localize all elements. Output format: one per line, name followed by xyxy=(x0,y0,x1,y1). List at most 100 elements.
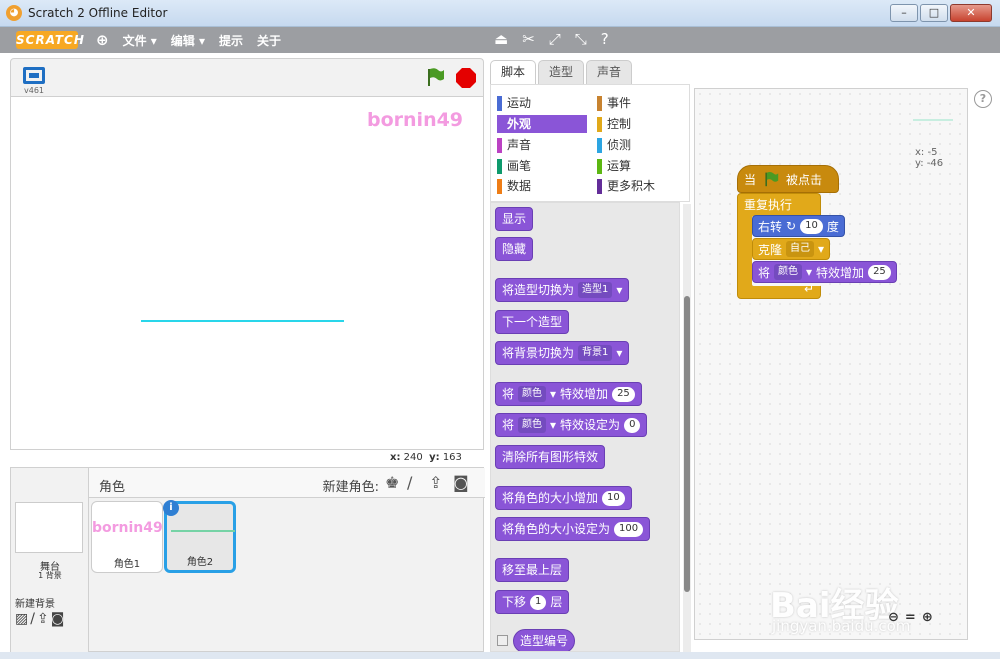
sprite1-thumb-text: bornin49 xyxy=(92,520,163,536)
category-looks[interactable]: 外观 xyxy=(497,115,587,133)
backdrop-library-icon[interactable]: ▨ xyxy=(15,611,30,627)
menu-edit[interactable]: 编辑 ▾ xyxy=(171,32,205,49)
tab-costumes[interactable]: 造型 xyxy=(538,60,585,84)
when-flag-clicked-block[interactable]: 当 被点击 xyxy=(737,165,839,193)
stop-icon[interactable] xyxy=(455,67,477,89)
maximize-button[interactable]: □ xyxy=(920,4,948,22)
turn-value[interactable]: 10 xyxy=(800,218,823,234)
info-icon[interactable]: i xyxy=(163,500,179,516)
paint-backdrop-icon[interactable]: / xyxy=(30,611,37,627)
sprite-name: 角色1 xyxy=(113,559,141,570)
change-effect-block[interactable]: 将颜色 ▾ 特效增加 25 xyxy=(752,261,897,283)
backdrop-tools: ▨/⇪◙ xyxy=(15,611,66,627)
zoom-reset-icon[interactable]: = xyxy=(905,610,916,625)
grow-icon[interactable]: ⤢ xyxy=(549,30,561,48)
block-go-front[interactable]: 移至最上层 xyxy=(495,558,570,582)
paint-sprite-icon[interactable]: / xyxy=(407,473,412,492)
block-show[interactable]: 显示 xyxy=(495,207,534,231)
globe-icon[interactable]: ⊕ xyxy=(96,31,109,49)
app-icon: ◕ xyxy=(6,5,22,21)
block-switch-costume[interactable]: 将造型切换为 造型1 ▾ xyxy=(495,278,630,302)
stage-canvas[interactable]: bornin49 xyxy=(10,96,484,450)
menu-about[interactable]: 关于 xyxy=(257,32,281,49)
category-data[interactable]: 数据 xyxy=(497,177,531,195)
turn-right-block[interactable]: 右转 ↻ 10 度 xyxy=(752,215,845,237)
menu-file[interactable]: 文件 ▾ xyxy=(123,32,157,49)
upload-backdrop-icon[interactable]: ⇪ xyxy=(37,611,51,627)
palette-scrollbar[interactable] xyxy=(683,204,691,652)
effect-value[interactable]: 25 xyxy=(868,264,891,280)
sprite2-line[interactable] xyxy=(141,320,344,322)
clone-label: 克隆 xyxy=(758,242,783,257)
sprite2-thumb-line xyxy=(171,530,235,532)
camera-sprite-icon[interactable]: ◙ xyxy=(453,473,469,492)
stage-thumbnail[interactable] xyxy=(15,502,83,553)
category-events[interactable]: 事件 xyxy=(597,94,631,112)
duplicate-icon[interactable]: ⏏ xyxy=(494,30,508,48)
block-change-size[interactable]: 将角色的大小增加 10 xyxy=(495,486,632,510)
block-set-effect[interactable]: 将颜色 ▾ 特效设定为 0 xyxy=(495,413,648,437)
sprite-thumb-1[interactable]: bornin49 角色1 xyxy=(91,501,163,573)
block-clear-effects[interactable]: 清除所有图形特效 xyxy=(495,445,606,469)
version-label: v461 xyxy=(24,86,45,95)
stage-column: 舞台 1 背景 新建背景 ▨/⇪◙ xyxy=(11,468,89,653)
turn-unit: 度 xyxy=(826,219,839,234)
scratch-logo[interactable]: SCRATCH xyxy=(16,31,84,49)
mouse-coordinates: x: 240 y: 163 xyxy=(390,452,462,463)
sprite-panel: 舞台 1 背景 新建背景 ▨/⇪◙ 角色 新建角色: ♚ / ⇪ ◙ borni… xyxy=(10,467,485,653)
camera-backdrop-icon[interactable]: ◙ xyxy=(51,611,67,627)
block-go-back[interactable]: 下移 1 层 xyxy=(495,590,570,614)
new-sprite-label: 新建角色: xyxy=(322,480,379,495)
shrink-icon[interactable]: ⤡ xyxy=(575,30,587,48)
fullscreen-icon[interactable] xyxy=(23,67,45,84)
sprite-library-icon[interactable]: ♚ xyxy=(385,473,399,492)
sprite-position: x: -5 y: -46 xyxy=(915,147,943,169)
x-value: 240 xyxy=(403,452,423,463)
y-value: 163 xyxy=(442,452,462,463)
stage-backdrop-count: 1 背景 xyxy=(38,571,62,580)
close-button[interactable]: ✕ xyxy=(950,4,992,22)
category-pen[interactable]: 画笔 xyxy=(497,157,531,175)
zoom-in-icon[interactable]: ⊕ xyxy=(922,610,933,625)
category-more-blocks[interactable]: 更多积木 xyxy=(597,177,655,195)
block-next-costume[interactable]: 下一个造型 xyxy=(495,310,570,334)
category-sound[interactable]: 声音 xyxy=(497,136,531,154)
category-motion[interactable]: 运动 xyxy=(497,94,531,112)
bottom-strip xyxy=(0,652,1000,659)
effect-post-label: 特效增加 xyxy=(816,265,865,280)
block-costume-number[interactable]: 造型编号 xyxy=(513,629,576,651)
category-control[interactable]: 控制 xyxy=(597,115,631,133)
tab-scripts[interactable]: 脚本 xyxy=(490,60,537,84)
clone-target-dropdown[interactable]: 自己 xyxy=(786,241,815,257)
script-area[interactable]: x: -5 y: -46 当 被点击 重复执行 ↵ 右转 ↻ 10 度 克隆 自己 ▾ 将颜… xyxy=(694,88,968,640)
category-sensing[interactable]: 侦测 xyxy=(597,136,631,154)
tab-sounds[interactable]: 声音 xyxy=(586,60,633,84)
menu-tips[interactable]: 提示 xyxy=(219,32,243,49)
category-selector: 运动 事件 外观 控制 声音 侦测 画笔 运算 数据 更多积木 xyxy=(490,84,690,202)
new-backdrop-label: 新建背景 xyxy=(15,599,55,610)
delete-icon[interactable]: ✂ xyxy=(522,30,535,48)
loop-arrow-icon: ↵ xyxy=(803,282,814,296)
green-flag-icon[interactable] xyxy=(425,67,445,87)
upload-sprite-icon[interactable]: ⇪ xyxy=(429,473,442,492)
block-hide[interactable]: 隐藏 xyxy=(495,237,534,261)
hat-when: 当 xyxy=(744,172,757,187)
editor-tabs: 脚本 造型 声音 xyxy=(490,60,634,84)
y-label: y: xyxy=(429,452,440,463)
effect-dropdown[interactable]: 颜色 xyxy=(774,264,803,280)
block-switch-backdrop[interactable]: 将背景切换为 背景1 ▾ xyxy=(495,341,630,365)
category-operators[interactable]: 运算 xyxy=(597,157,631,175)
block-change-effect[interactable]: 将颜色 ▾ 特效增加 25 xyxy=(495,382,642,406)
create-clone-block[interactable]: 克隆 自己 ▾ xyxy=(752,238,831,260)
zoom-out-icon[interactable]: ⊖ xyxy=(888,610,899,625)
hat-clicked: 被点击 xyxy=(786,172,823,187)
help-icon[interactable]: ? xyxy=(974,90,992,108)
block-set-size[interactable]: 将角色的大小设定为 100 xyxy=(495,517,651,541)
scrollbar-thumb[interactable] xyxy=(684,296,690,592)
help-icon[interactable]: ? xyxy=(601,30,609,48)
costume-number-checkbox[interactable] xyxy=(497,635,508,646)
stage-header: v461 xyxy=(10,58,484,96)
sprite1-text[interactable]: bornin49 xyxy=(367,109,463,131)
minimize-button[interactable]: – xyxy=(890,4,918,22)
sprite-thumb-2[interactable]: i 角色2 xyxy=(163,500,236,573)
